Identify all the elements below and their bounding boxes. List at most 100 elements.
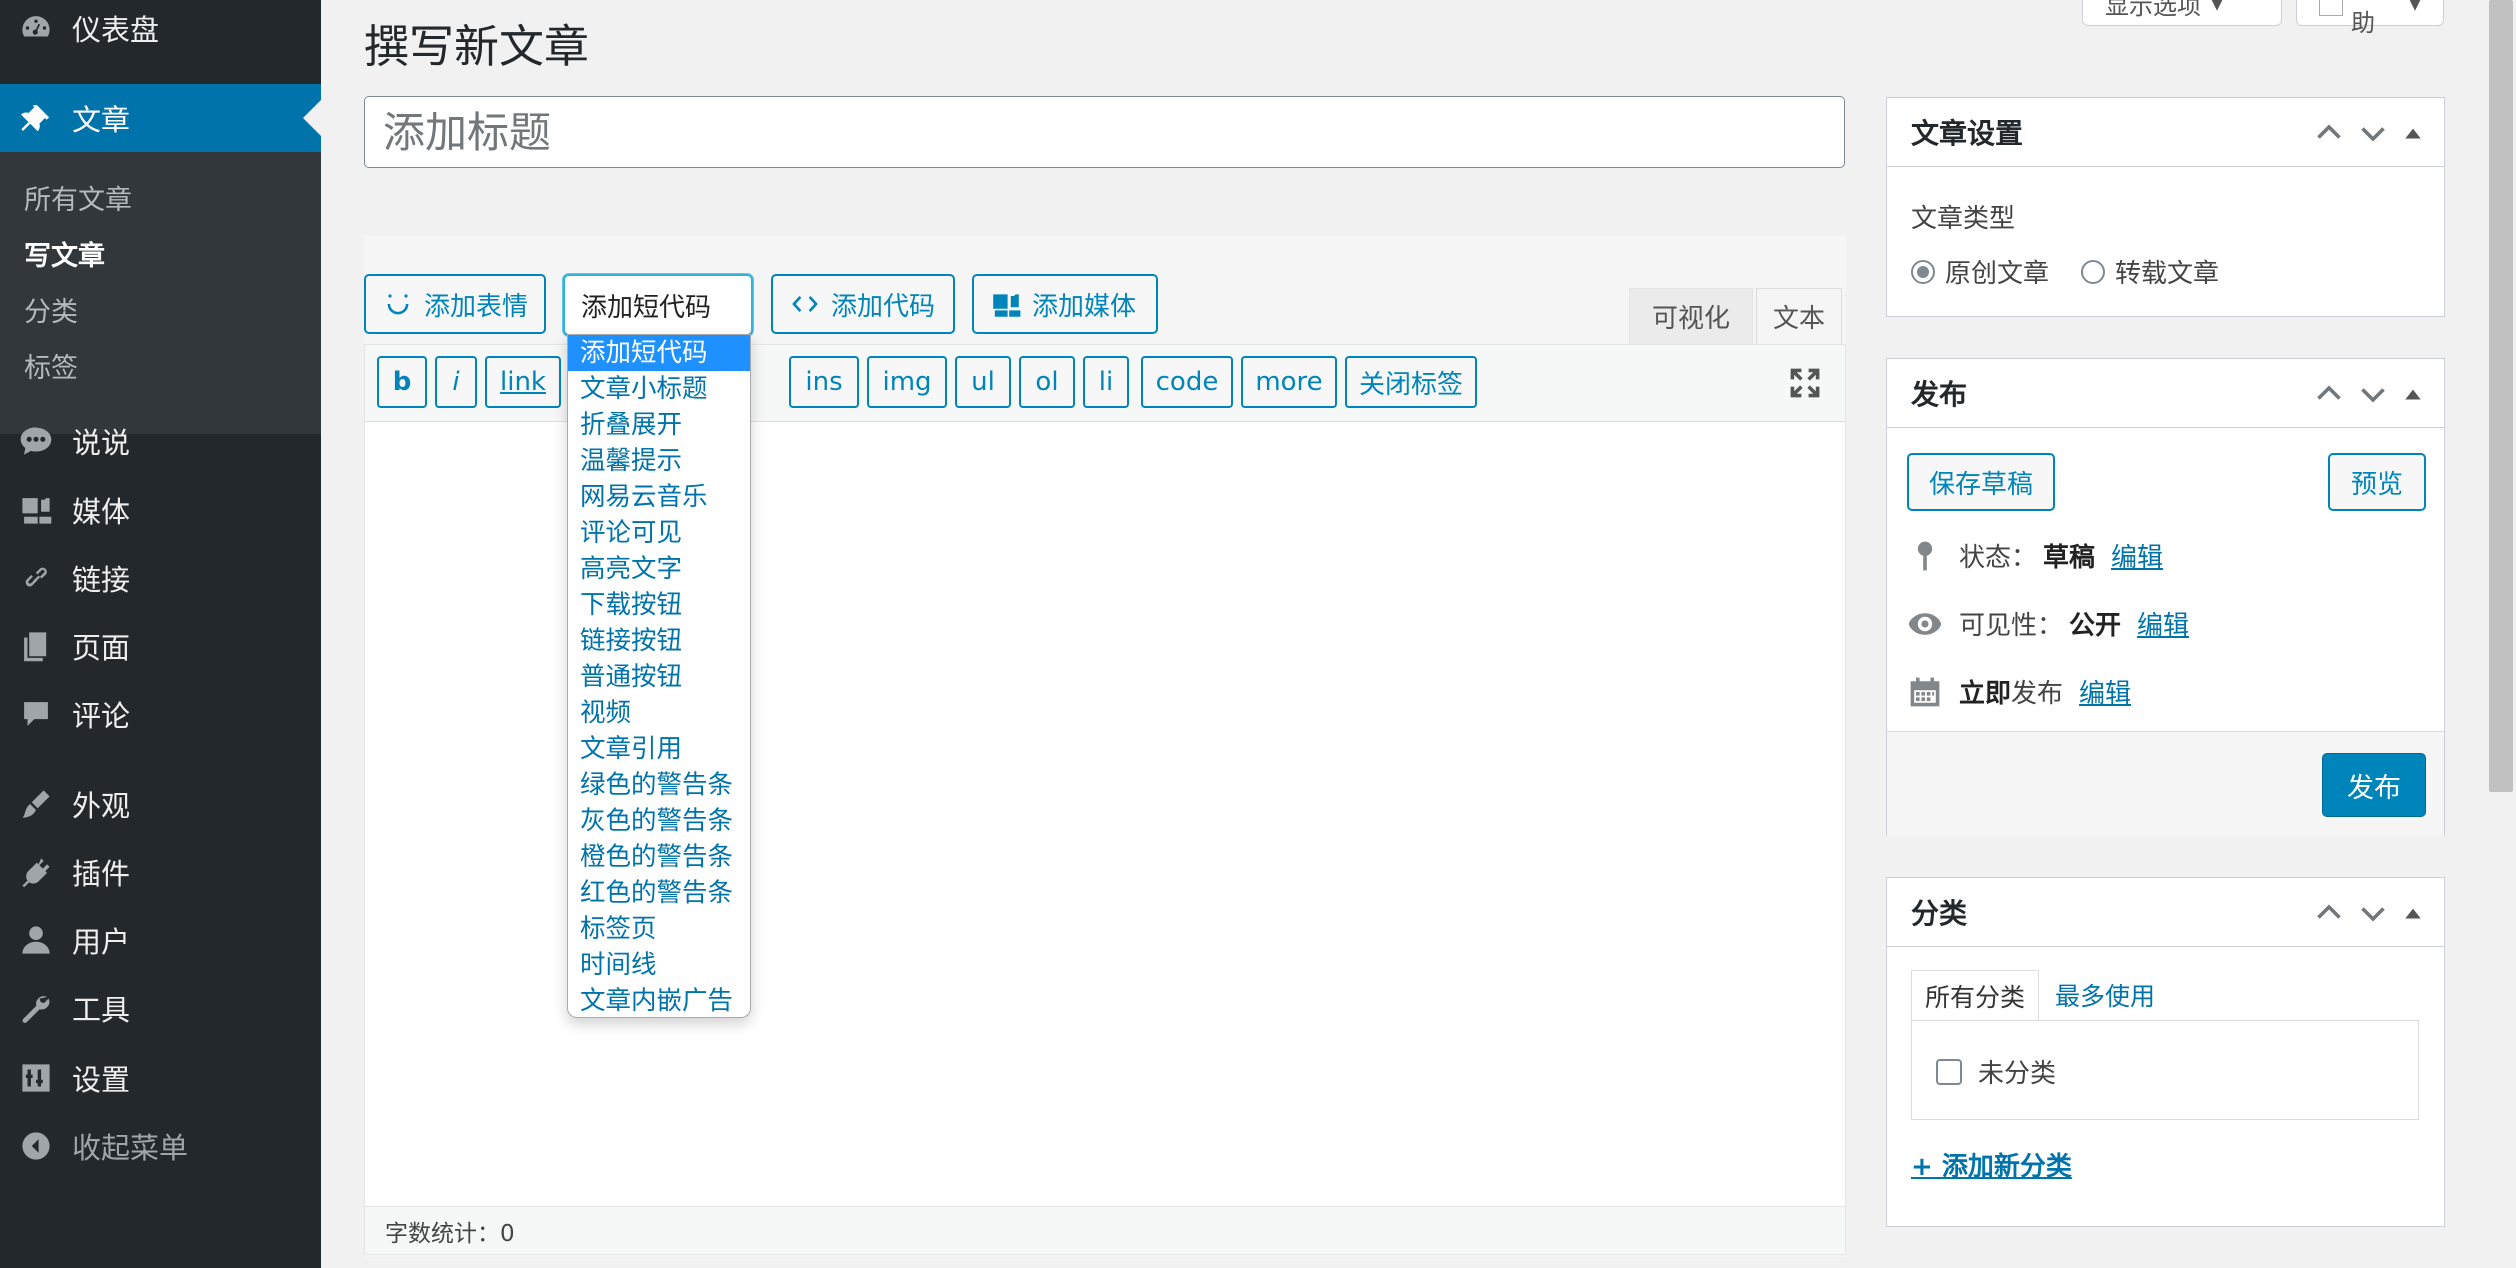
qt-ins-button[interactable]: ins bbox=[789, 356, 859, 408]
qt-more-button[interactable]: more bbox=[1241, 356, 1337, 408]
menu-label: 说说 bbox=[72, 426, 131, 460]
schedule-row: 立即发布 编辑 bbox=[1907, 673, 2131, 710]
category-item[interactable]: 未分类 bbox=[1936, 1053, 2056, 1090]
add-new-category-link[interactable]: + 添加新分类 bbox=[1911, 1146, 2072, 1183]
tab-text[interactable]: 文本 bbox=[1756, 288, 1842, 344]
dropdown-option[interactable]: 下载按钮 bbox=[568, 587, 750, 623]
dropdown-option[interactable]: 评论可见 bbox=[568, 515, 750, 551]
help-button[interactable]: 帮助 ▾ bbox=[2296, 0, 2444, 37]
tab-visual[interactable]: 可视化 bbox=[1629, 288, 1753, 344]
screen-options-button[interactable]: 显示选项 ▾ bbox=[2082, 0, 2282, 26]
add-emoji-button[interactable]: 添加表情 bbox=[364, 274, 546, 334]
menu-users[interactable]: 用户 bbox=[0, 906, 321, 974]
menu-label: 仪表盘 bbox=[72, 13, 160, 47]
add-media-button[interactable]: 添加媒体 bbox=[972, 274, 1158, 334]
dropdown-option[interactable]: 网易云音乐 bbox=[568, 479, 750, 515]
radio-reprint[interactable]: 转载文章 bbox=[2081, 253, 2219, 290]
dropdown-option[interactable]: 文章小标题 bbox=[568, 371, 750, 407]
page-scrollbar[interactable] bbox=[2486, 0, 2516, 1268]
chevron-down-icon[interactable] bbox=[2358, 379, 2388, 409]
qt-link-button[interactable]: link bbox=[485, 356, 561, 408]
chevron-up-icon[interactable] bbox=[2314, 898, 2344, 928]
edit-schedule-link[interactable]: 编辑 bbox=[2079, 673, 2131, 710]
publish-button[interactable]: 发布 bbox=[2322, 753, 2426, 817]
save-draft-button[interactable]: 保存草稿 bbox=[1907, 453, 2055, 511]
checkbox[interactable] bbox=[1936, 1058, 1962, 1085]
edit-visibility-link[interactable]: 编辑 bbox=[2137, 605, 2189, 642]
dropdown-option[interactable]: 文章内嵌广告 bbox=[568, 983, 750, 1017]
post-type-label: 文章类型 bbox=[1911, 204, 2016, 234]
menu-links[interactable]: 链接 bbox=[0, 544, 321, 612]
submenu-all-posts[interactable]: 所有文章 bbox=[24, 178, 132, 217]
menu-label: 用户 bbox=[72, 925, 131, 959]
qt-italic-button[interactable]: i bbox=[435, 356, 477, 408]
qt-img-button[interactable]: img bbox=[867, 356, 947, 408]
code-icon bbox=[792, 296, 818, 312]
dropdown-option[interactable]: 文章引用 bbox=[568, 731, 750, 767]
collapse-menu-button[interactable]: 收起菜单 bbox=[0, 1112, 321, 1180]
dropdown-option[interactable]: 温馨提示 bbox=[568, 443, 750, 479]
post-title-input[interactable] bbox=[364, 96, 1845, 168]
fullscreen-icon[interactable] bbox=[1787, 365, 1823, 401]
menu-dashboard[interactable]: 仪表盘 bbox=[0, 0, 321, 62]
word-count: 字数统计：0 bbox=[365, 1206, 1845, 1254]
dropdown-option[interactable]: 灰色的警告条 bbox=[568, 803, 750, 839]
dropdown-option[interactable]: 时间线 bbox=[568, 947, 750, 983]
toggle-panel-icon[interactable] bbox=[2402, 902, 2424, 924]
menu-media[interactable]: 媒体 bbox=[0, 476, 321, 544]
edit-status-link[interactable]: 编辑 bbox=[2111, 537, 2163, 574]
tab-all-categories[interactable]: 所有分类 bbox=[1911, 970, 2039, 1021]
dropdown-option[interactable]: 红色的警告条 bbox=[568, 875, 750, 911]
visibility-label: 可见性： bbox=[1959, 611, 2064, 641]
chevron-down-icon[interactable] bbox=[2358, 898, 2388, 928]
qt-ol-button[interactable]: ol bbox=[1019, 356, 1075, 408]
qt-li-button[interactable]: li bbox=[1083, 356, 1129, 408]
radio-original[interactable]: 原创文章 bbox=[1911, 253, 2049, 290]
wrench-icon bbox=[0, 991, 72, 1025]
submenu-categories[interactable]: 分类 bbox=[24, 290, 78, 329]
dropdown-option[interactable]: 绿色的警告条 bbox=[568, 767, 750, 803]
menu-comments[interactable]: 评论 bbox=[0, 680, 321, 748]
qt-bold-button[interactable]: b bbox=[377, 356, 427, 408]
menu-pages[interactable]: 页面 bbox=[0, 612, 321, 680]
shortcode-select[interactable]: 添加短代码 bbox=[563, 274, 753, 336]
radio-button[interactable] bbox=[1911, 259, 1935, 284]
preview-button[interactable]: 预览 bbox=[2328, 453, 2426, 511]
settings-icon bbox=[0, 1061, 72, 1095]
dropdown-option[interactable]: 橙色的警告条 bbox=[568, 839, 750, 875]
link-icon bbox=[0, 561, 72, 595]
toggle-panel-icon[interactable] bbox=[2402, 383, 2424, 405]
menu-posts[interactable]: 文章 bbox=[0, 84, 321, 152]
add-emoji-label: 添加表情 bbox=[424, 291, 529, 322]
dropdown-option[interactable]: 添加短代码 bbox=[568, 335, 750, 371]
menu-label: 页面 bbox=[72, 631, 131, 665]
toggle-panel-icon[interactable] bbox=[2402, 122, 2424, 144]
menu-label: 设置 bbox=[72, 1063, 131, 1097]
dropdown-option[interactable]: 折叠展开 bbox=[568, 407, 750, 443]
dropdown-option[interactable]: 视频 bbox=[568, 695, 750, 731]
qt-code-button[interactable]: code bbox=[1141, 356, 1233, 408]
menu-shuoshuo[interactable]: 说说 bbox=[0, 407, 321, 475]
menu-tools[interactable]: 工具 bbox=[0, 974, 321, 1042]
submenu-new-post[interactable]: 写文章 bbox=[24, 234, 105, 273]
add-code-button[interactable]: 添加代码 bbox=[771, 274, 955, 334]
dropdown-option[interactable]: 普通按钮 bbox=[568, 659, 750, 695]
category-label: 未分类 bbox=[1978, 1059, 2057, 1089]
scrollbar-thumb[interactable] bbox=[2489, 0, 2513, 792]
dropdown-option[interactable]: 标签页 bbox=[568, 911, 750, 947]
dropdown-option[interactable]: 链接按钮 bbox=[568, 623, 750, 659]
dropdown-option[interactable]: 高亮文字 bbox=[568, 551, 750, 587]
menu-appearance[interactable]: 外观 bbox=[0, 770, 321, 838]
menu-settings[interactable]: 设置 bbox=[0, 1044, 321, 1112]
menu-plugins[interactable]: 插件 bbox=[0, 838, 321, 906]
comments-icon bbox=[0, 424, 72, 458]
chevron-down-icon[interactable] bbox=[2358, 118, 2388, 148]
menu-label: 插件 bbox=[72, 857, 131, 891]
radio-button[interactable] bbox=[2081, 259, 2105, 284]
chevron-up-icon[interactable] bbox=[2314, 379, 2344, 409]
qt-ul-button[interactable]: ul bbox=[955, 356, 1011, 408]
submenu-tags[interactable]: 标签 bbox=[24, 346, 78, 385]
tab-most-used[interactable]: 最多使用 bbox=[2045, 970, 2165, 1020]
qt-close-tags-button[interactable]: 关闭标签 bbox=[1345, 356, 1477, 408]
chevron-up-icon[interactable] bbox=[2314, 118, 2344, 148]
